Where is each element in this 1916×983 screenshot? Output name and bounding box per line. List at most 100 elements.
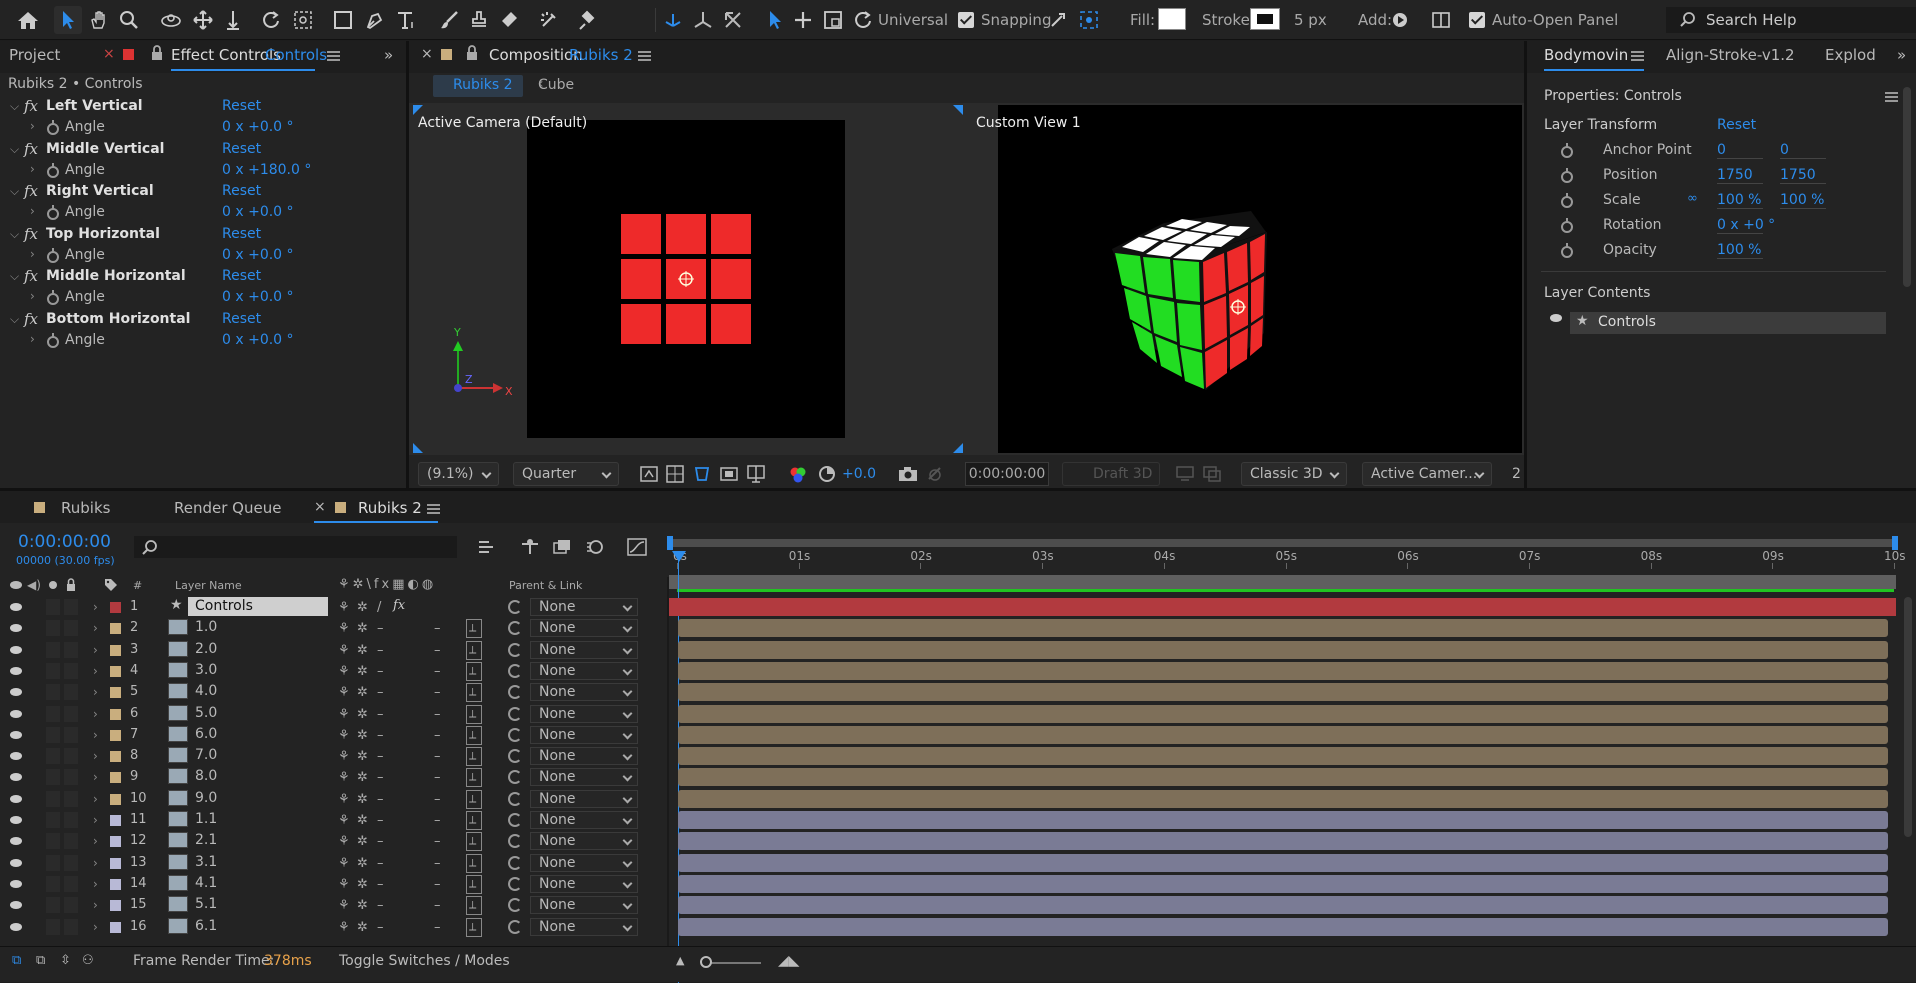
scrollbar[interactable] bbox=[1903, 87, 1911, 287]
pick-whip-icon[interactable] bbox=[508, 642, 522, 657]
stopwatch-icon[interactable] bbox=[1561, 143, 1573, 158]
layer-duration-bar[interactable] bbox=[678, 832, 1888, 851]
chevron-right-icon[interactable]: › bbox=[93, 920, 98, 934]
chevron-right-icon[interactable]: › bbox=[30, 247, 35, 261]
solo-cell[interactable] bbox=[46, 897, 60, 914]
column-parent-link[interactable]: Parent & Link bbox=[509, 579, 582, 592]
layer-duration-bar[interactable] bbox=[678, 619, 1888, 638]
motion-blur-switch-icon[interactable]: – bbox=[434, 856, 441, 871]
fx-icon[interactable]: fx bbox=[393, 598, 405, 613]
parent-dropdown[interactable]: None bbox=[530, 619, 638, 638]
solo-cell[interactable] bbox=[46, 875, 60, 892]
parent-dropdown[interactable]: None bbox=[530, 725, 638, 744]
parent-dropdown[interactable]: None bbox=[530, 768, 638, 787]
stopwatch-icon[interactable] bbox=[1561, 193, 1573, 208]
label-color-swatch[interactable] bbox=[110, 857, 121, 869]
prop-value-1[interactable]: 0 bbox=[1717, 142, 1763, 159]
label-color-swatch[interactable] bbox=[110, 836, 121, 848]
layer-name[interactable]: 6.0 bbox=[195, 726, 217, 742]
layer-duration-bar[interactable] bbox=[678, 917, 1888, 936]
lock-icon[interactable] bbox=[466, 45, 478, 61]
timeline-layer-row[interactable]: › 15 5.1 ⚘ ✲ – – ⟂ None bbox=[0, 895, 1916, 916]
layer-duration-bar[interactable] bbox=[678, 811, 1888, 829]
tab-explode[interactable]: Explod bbox=[1825, 46, 1876, 64]
effect-reset-link[interactable]: Reset bbox=[222, 183, 261, 199]
pan-camera-tool-icon[interactable] bbox=[190, 6, 216, 34]
quality-switch-icon[interactable]: – bbox=[377, 898, 384, 913]
pick-whip-icon[interactable] bbox=[508, 770, 522, 785]
fx-icon[interactable]: fx bbox=[24, 267, 38, 285]
prop-value-1[interactable]: 1750 bbox=[1717, 167, 1763, 184]
toggle-switches-modes[interactable]: Toggle Switches / Modes bbox=[339, 953, 510, 969]
column-layer-name[interactable]: Layer Name bbox=[175, 579, 242, 592]
chevron-right-icon[interactable]: › bbox=[93, 898, 98, 912]
label-color-swatch[interactable] bbox=[110, 772, 121, 784]
lock-cell[interactable] bbox=[64, 726, 78, 743]
transform-prop-3[interactable]: Rotation 0 x +0 ° bbox=[1527, 215, 1897, 235]
prop-value-1[interactable]: 100 % bbox=[1717, 242, 1763, 259]
solo-toggle-icon[interactable] bbox=[49, 581, 57, 589]
timeline-timecode[interactable]: 0:00:00:00 bbox=[18, 532, 111, 552]
breadcrumb-rubiks2[interactable]: Rubiks 2 ‹ bbox=[433, 75, 544, 97]
pick-whip-icon[interactable] bbox=[508, 727, 522, 742]
timeline-layer-row[interactable]: › 1 ★ Controls ⚘ ✲ / fx None bbox=[0, 597, 1916, 618]
solo-cell[interactable] bbox=[46, 620, 60, 637]
motion-blur-switch-icon[interactable]: – bbox=[434, 898, 441, 913]
timeline-layer-row[interactable]: › 8 7.0 ⚘ ✲ – – ⟂ None bbox=[0, 746, 1916, 767]
layer-name[interactable]: 1.0 bbox=[195, 619, 217, 635]
collapse-switch-icon[interactable]: ✲ bbox=[357, 707, 368, 722]
dolly-tool-icon[interactable] bbox=[220, 6, 246, 34]
shy-switch-icon[interactable]: ⚘ bbox=[338, 749, 350, 764]
extended-viewer-icon[interactable] bbox=[1176, 466, 1194, 482]
layer-duration-bar[interactable] bbox=[678, 874, 1888, 893]
fx-icon[interactable]: fx bbox=[24, 225, 38, 243]
property-value[interactable]: 0 x +180.0 ° bbox=[222, 162, 311, 178]
motion-blur-switch-icon[interactable]: – bbox=[434, 749, 441, 764]
parent-dropdown[interactable]: None bbox=[530, 747, 638, 766]
quality-switch-icon[interactable]: – bbox=[377, 813, 384, 828]
collapse-switch-icon[interactable]: ✲ bbox=[357, 685, 368, 700]
exposure-value[interactable]: +0.0 bbox=[842, 466, 876, 482]
playhead-head[interactable] bbox=[672, 551, 686, 562]
quality-switch-icon[interactable]: – bbox=[377, 877, 384, 892]
eye-icon[interactable] bbox=[10, 879, 22, 888]
effect-0[interactable]: ⌵ fx Left Vertical Reset bbox=[0, 97, 380, 117]
timeline-layer-row[interactable]: › 4 3.0 ⚘ ✲ – – ⟂ None bbox=[0, 661, 1916, 682]
layer-duration-bar[interactable] bbox=[669, 598, 1896, 616]
parent-dropdown[interactable]: None bbox=[530, 811, 638, 829]
transparency-grid-icon[interactable] bbox=[666, 465, 684, 483]
fx-icon[interactable]: fx bbox=[24, 140, 38, 158]
prop-value-2[interactable]: 100 % bbox=[1780, 192, 1826, 209]
tab-effect-target[interactable]: Controls bbox=[265, 46, 327, 64]
solo-cell[interactable] bbox=[46, 854, 60, 871]
pick-whip-icon[interactable] bbox=[508, 706, 522, 721]
brush-tool-icon[interactable] bbox=[436, 6, 462, 34]
motion-blur-switch-icon[interactable]: – bbox=[434, 792, 441, 807]
lock-cell[interactable] bbox=[64, 833, 78, 850]
zoom-dropdown[interactable]: (9.1%) bbox=[418, 462, 499, 486]
effect-3[interactable]: ⌵ fx Top Horizontal Reset bbox=[0, 225, 380, 245]
shy-switch-icon[interactable]: ⚘ bbox=[338, 898, 350, 913]
move-gizmo-icon[interactable] bbox=[790, 6, 816, 34]
lock-cell[interactable] bbox=[64, 790, 78, 807]
renderer-dropdown[interactable]: Classic 3D bbox=[1241, 462, 1347, 486]
pick-whip-icon[interactable] bbox=[508, 749, 522, 764]
pick-whip-icon[interactable] bbox=[508, 919, 522, 934]
snap-target-icon[interactable] bbox=[1076, 6, 1102, 34]
motion-blur-switch-icon[interactable]: – bbox=[434, 834, 441, 849]
motion-blur-switch-icon[interactable]: – bbox=[434, 877, 441, 892]
lock-cell[interactable] bbox=[64, 684, 78, 701]
quality-switch-icon[interactable]: – bbox=[377, 685, 384, 700]
timeline-layer-row[interactable]: › 16 6.1 ⚘ ✲ – – ⟂ None bbox=[0, 917, 1916, 938]
shy-switch-icon[interactable]: ⚘ bbox=[338, 664, 350, 679]
active-camera-view[interactable] bbox=[527, 120, 845, 438]
view-layout-count[interactable]: 2 bbox=[1512, 466, 1521, 482]
layer-name[interactable]: 6.1 bbox=[195, 918, 217, 934]
comp-flowchart-icon[interactable] bbox=[477, 538, 497, 556]
quality-switch-icon[interactable]: – bbox=[377, 728, 384, 743]
stopwatch-icon[interactable] bbox=[1561, 218, 1573, 233]
shy-switch-icon[interactable]: ⚘ bbox=[338, 707, 350, 722]
resolution-dropdown[interactable]: Quarter bbox=[513, 462, 619, 486]
chevron-right-icon[interactable]: › bbox=[93, 813, 98, 827]
chevron-down-icon[interactable]: ⌵ bbox=[10, 142, 19, 157]
